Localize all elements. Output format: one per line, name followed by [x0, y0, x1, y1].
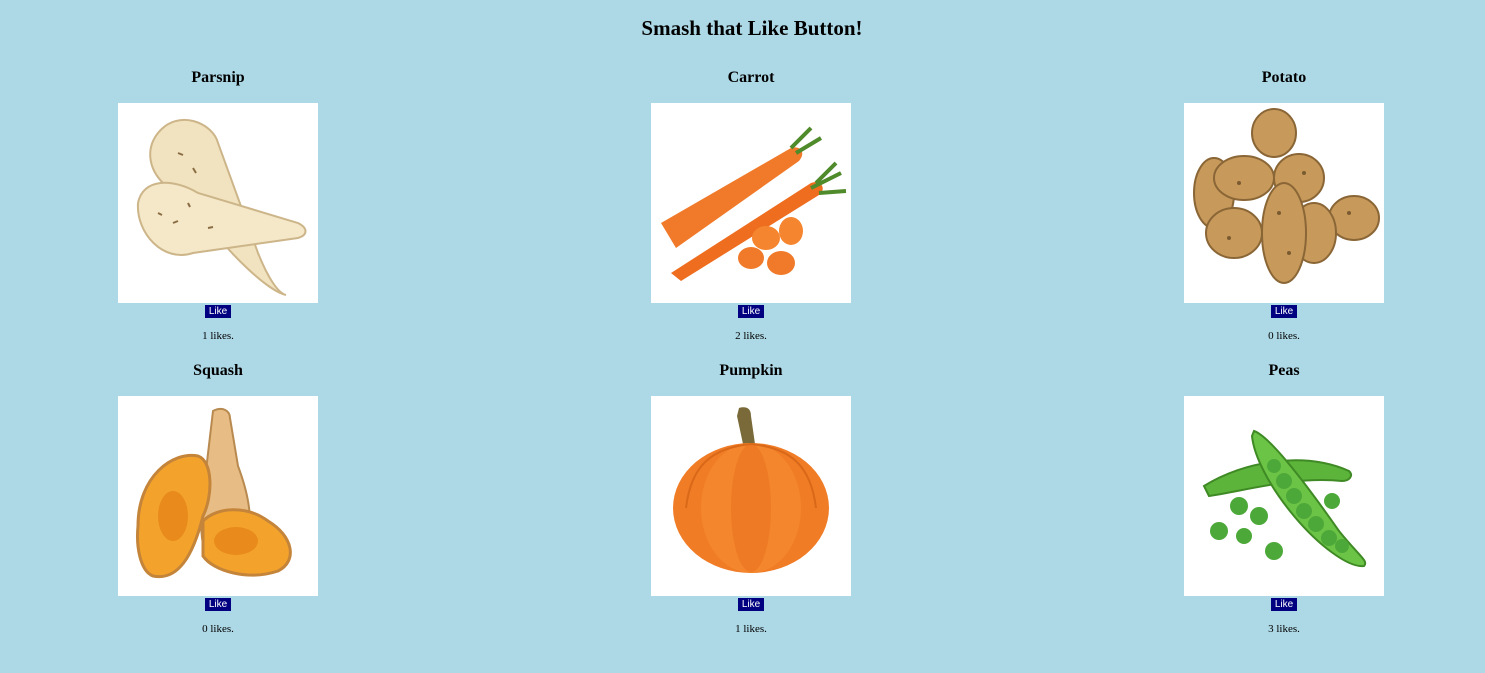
card-squash: Squash Like 0 likes.	[98, 361, 338, 636]
likes-count: 0 likes.	[1164, 329, 1404, 343]
like-button[interactable]: Like	[737, 305, 765, 318]
like-button[interactable]: Like	[204, 305, 232, 318]
likes-suffix: likes.	[740, 330, 767, 342]
likes-count: 1 likes.	[631, 622, 871, 636]
likes-suffix: likes.	[1273, 330, 1300, 342]
peas-image	[1184, 396, 1384, 596]
likes-suffix: likes.	[207, 330, 234, 342]
likes-count: 3 likes.	[1164, 622, 1404, 636]
like-button[interactable]: Like	[1270, 305, 1298, 318]
pumpkin-image	[651, 396, 851, 596]
like-button[interactable]: Like	[204, 598, 232, 611]
parsnip-image	[118, 103, 318, 303]
card-title: Pumpkin	[719, 362, 783, 379]
likes-suffix: likes.	[740, 623, 767, 635]
likes-suffix: likes.	[1273, 623, 1300, 635]
card-title: Carrot	[727, 69, 775, 86]
card-carrot: Carrot Like 2 likes.	[631, 68, 871, 343]
likes-count: 2 likes.	[631, 329, 871, 343]
card-potato: Potato Like 0 likes.	[1164, 68, 1404, 343]
card-peas: Peas Like 3 likes.	[1164, 361, 1404, 636]
card-pumpkin: Pumpkin Like 1 likes.	[631, 361, 871, 636]
card-parsnip: Parsnip Like 1 likes.	[98, 68, 338, 343]
likes-suffix: likes.	[207, 623, 234, 635]
potato-image	[1184, 103, 1384, 303]
page: Smash that Like Button! Parsnip Like 1 l…	[0, 0, 1485, 673]
likes-count: 0 likes.	[98, 622, 338, 636]
like-button[interactable]: Like	[1270, 598, 1298, 611]
card-title: Parsnip	[191, 69, 245, 86]
carrot-image	[651, 103, 851, 303]
likes-count: 1 likes.	[98, 329, 338, 343]
like-button[interactable]: Like	[737, 598, 765, 611]
card-title: Squash	[193, 362, 243, 379]
squash-image	[118, 396, 318, 596]
card-title: Potato	[1261, 69, 1307, 86]
card-title: Peas	[1268, 362, 1300, 379]
vegetable-grid: Parsnip Like 1 likes. Carrot Like 2 like…	[0, 0, 1485, 673]
